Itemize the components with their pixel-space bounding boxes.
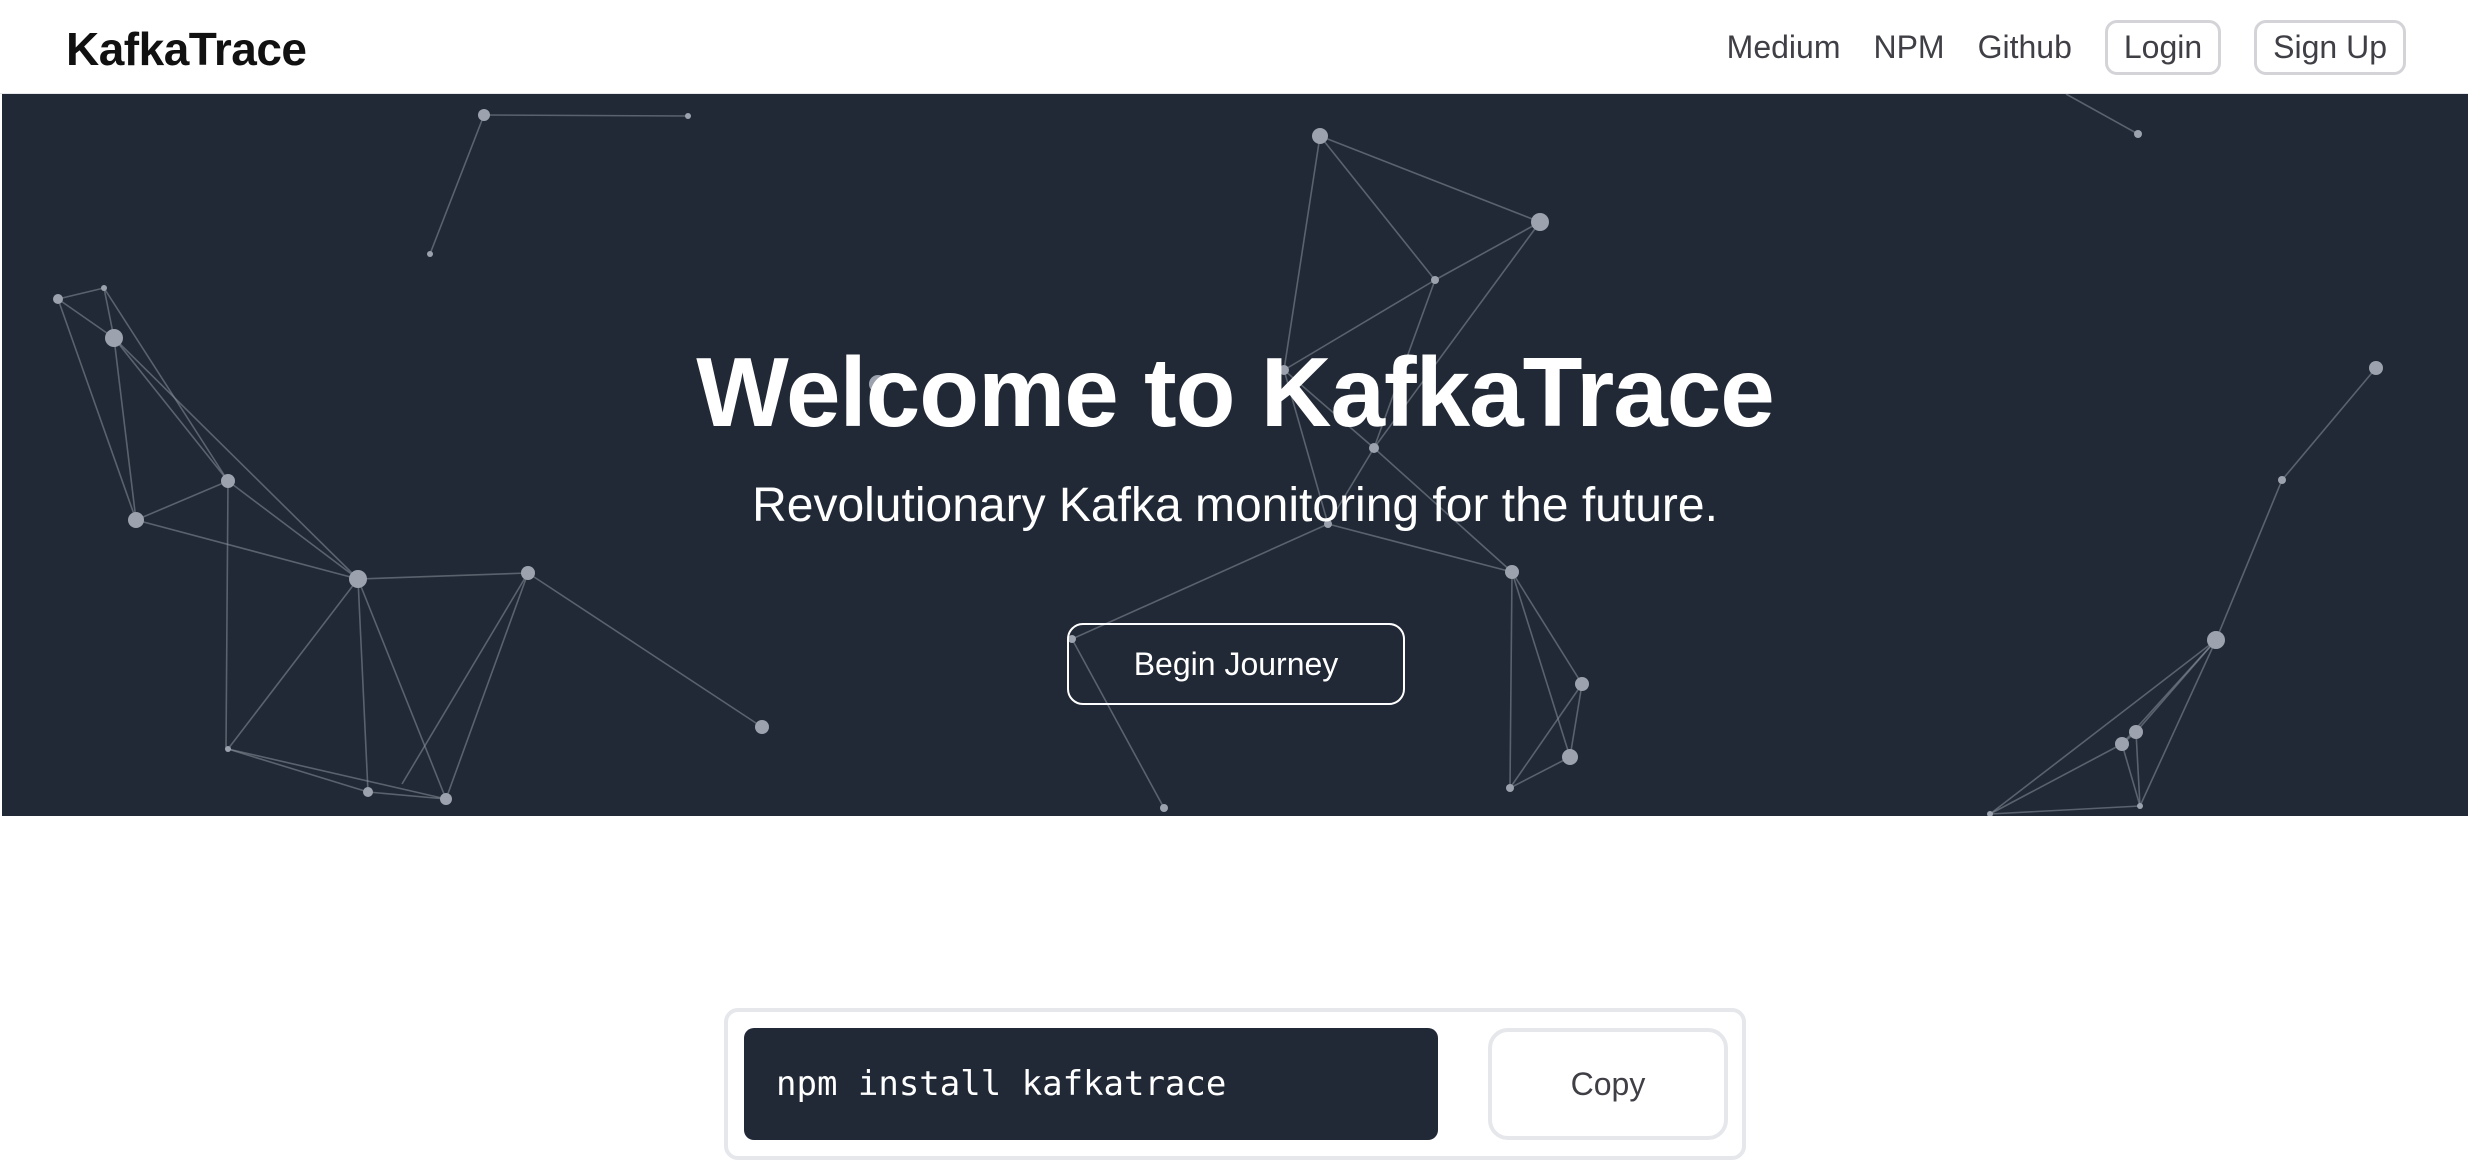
nav-link-npm[interactable]: NPM bbox=[1873, 29, 1944, 66]
login-button[interactable]: Login bbox=[2104, 20, 2222, 75]
install-box: npm install kafkatrace Copy bbox=[724, 1008, 1746, 1160]
nav-links: Medium NPM Github Login Sign Up bbox=[1694, 20, 2406, 75]
brand-logo[interactable]: KafkaTrace bbox=[66, 22, 307, 76]
particle-network-icon bbox=[53, 94, 2383, 816]
hero-section: Welcome to KafkaTrace Revolutionary Kafk… bbox=[2, 94, 2468, 816]
navbar: KafkaTrace Medium NPM Github Login Sign … bbox=[0, 0, 2468, 94]
nav-link-github[interactable]: Github bbox=[1978, 29, 2072, 66]
hero-subtitle: Revolutionary Kafka monitoring for the f… bbox=[752, 479, 1718, 532]
hero-title: Welcome to KafkaTrace bbox=[696, 337, 1774, 447]
signup-button[interactable]: Sign Up bbox=[2254, 20, 2406, 75]
install-command: npm install kafkatrace bbox=[744, 1028, 1438, 1140]
begin-journey-button[interactable]: Begin Journey bbox=[1067, 623, 1405, 705]
nav-link-medium[interactable]: Medium bbox=[1727, 29, 1841, 66]
copy-button[interactable]: Copy bbox=[1488, 1028, 1728, 1140]
